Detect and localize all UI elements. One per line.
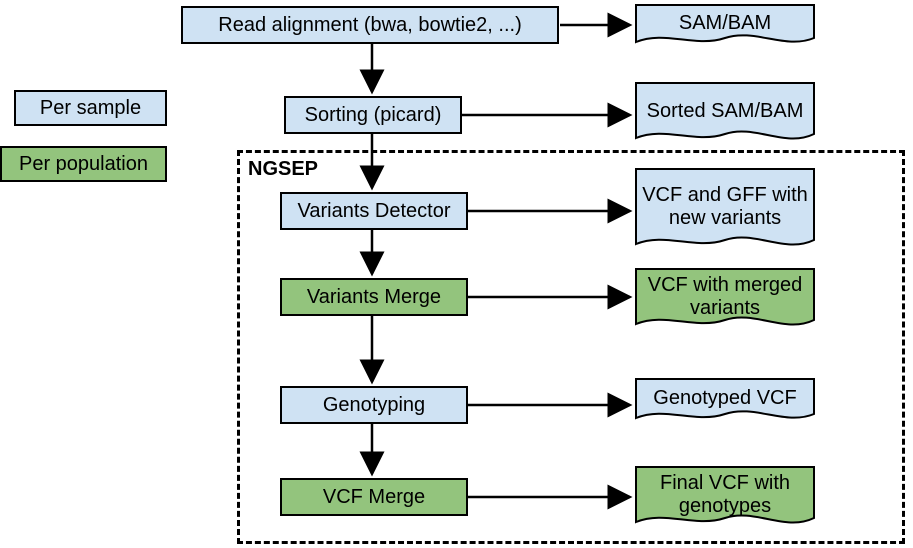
legend-per-sample: Per sample	[14, 90, 167, 126]
legend-per-population: Per population	[0, 146, 167, 182]
output-sorted-sam-bam: Sorted SAM/BAM	[635, 82, 815, 148]
step-read-alignment: Read alignment (bwa, bowtie2, ...)	[181, 6, 559, 44]
output-vcf-gff-new-label: VCF and GFF with new variants	[635, 168, 815, 254]
output-sam-bam-label: SAM/BAM	[635, 4, 815, 50]
output-final-vcf-label: Final VCF with genotypes	[635, 466, 815, 532]
output-sorted-sam-bam-label: Sorted SAM/BAM	[635, 82, 815, 148]
step-sorting: Sorting (picard)	[284, 96, 462, 134]
output-vcf-merged: VCF with merged variants	[635, 268, 815, 334]
ngsep-group-label: NGSEP	[248, 158, 318, 181]
output-genotyped-vcf: Genotyped VCF	[635, 378, 815, 426]
output-genotyped-vcf-label: Genotyped VCF	[635, 378, 815, 426]
output-final-vcf: Final VCF with genotypes	[635, 466, 815, 532]
output-vcf-merged-label: VCF with merged variants	[635, 268, 815, 334]
output-vcf-gff-new: VCF and GFF with new variants	[635, 168, 815, 254]
output-sam-bam: SAM/BAM	[635, 4, 815, 50]
